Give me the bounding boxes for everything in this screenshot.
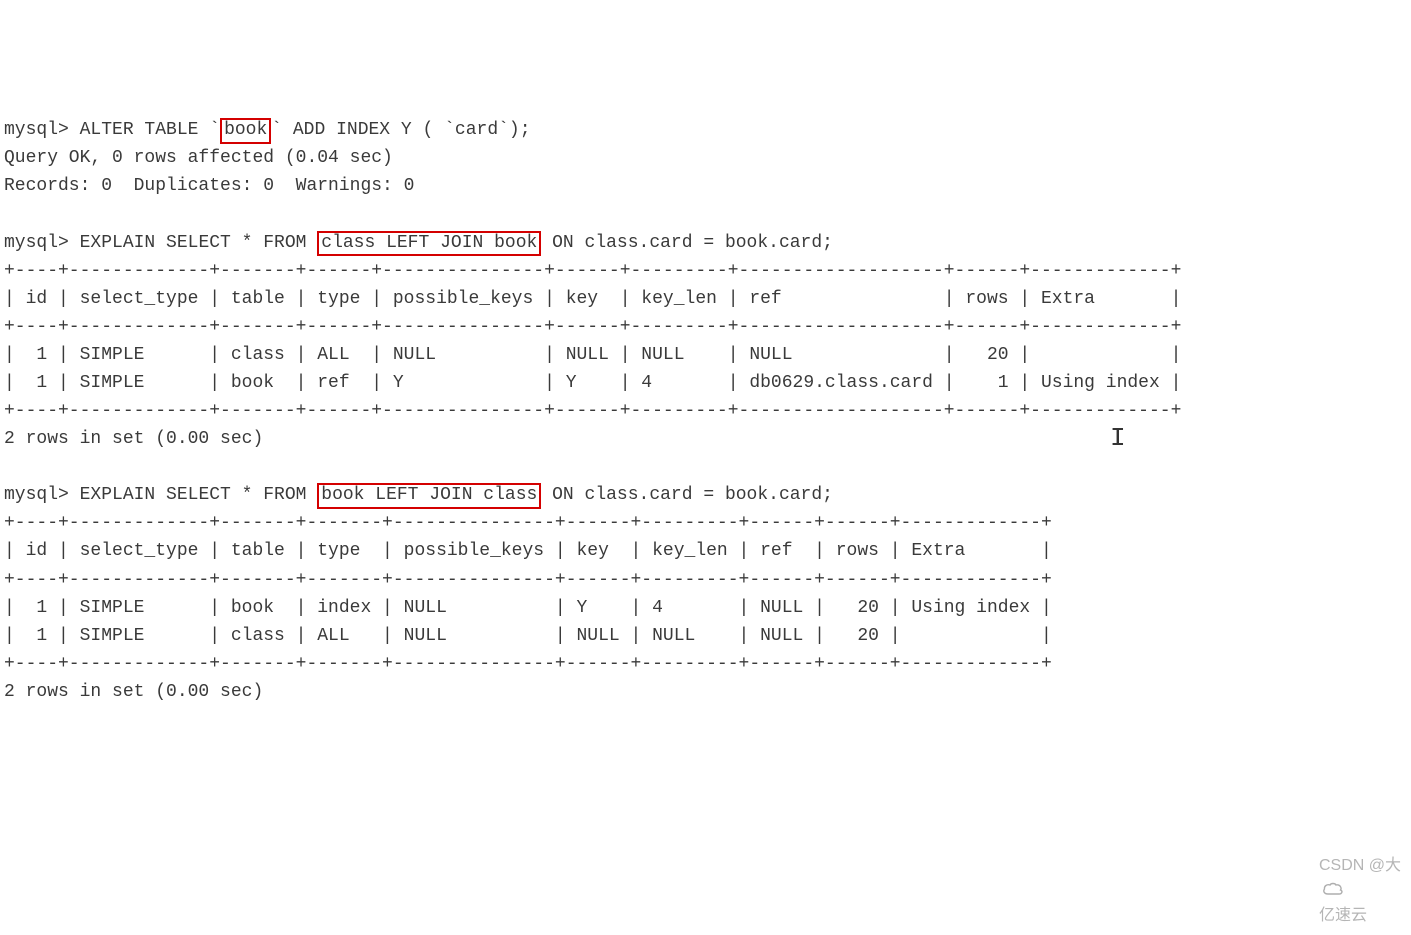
query-result: 2 rows in set (0.00 sec)	[4, 682, 263, 702]
sql-text: ` ADD INDEX Y ( `card`);	[271, 120, 530, 140]
table-row: | 1 | SIMPLE | book | index | NULL | Y |…	[4, 598, 1052, 618]
sql-text: ON class.card = book.card;	[541, 233, 833, 253]
sql-text: ON class.card = book.card;	[541, 485, 833, 505]
sql-text: EXPLAIN SELECT * FROM	[80, 233, 318, 253]
table-border: +----+-------------+-------+-------+----…	[4, 513, 1052, 533]
table-border: +----+-------------+-------+-------+----…	[4, 654, 1052, 674]
query-result: Records: 0 Duplicates: 0 Warnings: 0	[4, 176, 414, 196]
mysql-prompt: mysql>	[4, 120, 80, 140]
mysql-prompt: mysql>	[4, 233, 80, 253]
highlight-join-1: class LEFT JOIN book	[317, 231, 541, 257]
table-row: | 1 | SIMPLE | book | ref | Y | Y | 4 | …	[4, 373, 1181, 393]
terminal-output: mysql> ALTER TABLE `book` ADD INDEX Y ( …	[4, 120, 1181, 702]
sql-text: EXPLAIN SELECT * FROM	[80, 485, 318, 505]
watermark-text: 亿速云	[1319, 907, 1367, 924]
highlight-book: book	[220, 118, 271, 144]
watermark: CSDN @大 亿速云	[1310, 829, 1401, 929]
table-border: +----+-------------+-------+-------+----…	[4, 570, 1052, 590]
watermark-text: CSDN @大	[1319, 857, 1401, 874]
query-result: 2 rows in set (0.00 sec)	[4, 429, 263, 449]
table-border: +----+-------------+-------+------+-----…	[4, 401, 1181, 421]
mysql-prompt: mysql>	[4, 485, 80, 505]
table-header: | id | select_type | table | type | poss…	[4, 541, 1052, 561]
table-row: | 1 | SIMPLE | class | ALL | NULL | NULL…	[4, 345, 1181, 365]
table-header: | id | select_type | table | type | poss…	[4, 289, 1181, 309]
highlight-join-2: book LEFT JOIN class	[317, 483, 541, 509]
table-row: | 1 | SIMPLE | class | ALL | NULL | NULL…	[4, 626, 1052, 646]
table-border: +----+-------------+-------+------+-----…	[4, 261, 1181, 281]
text-cursor-icon: I	[1110, 418, 1126, 459]
cloud-icon	[1322, 882, 1344, 896]
sql-text: ALTER TABLE `	[80, 120, 220, 140]
query-result: Query OK, 0 rows affected (0.04 sec)	[4, 148, 393, 168]
table-border: +----+-------------+-------+------+-----…	[4, 317, 1181, 337]
